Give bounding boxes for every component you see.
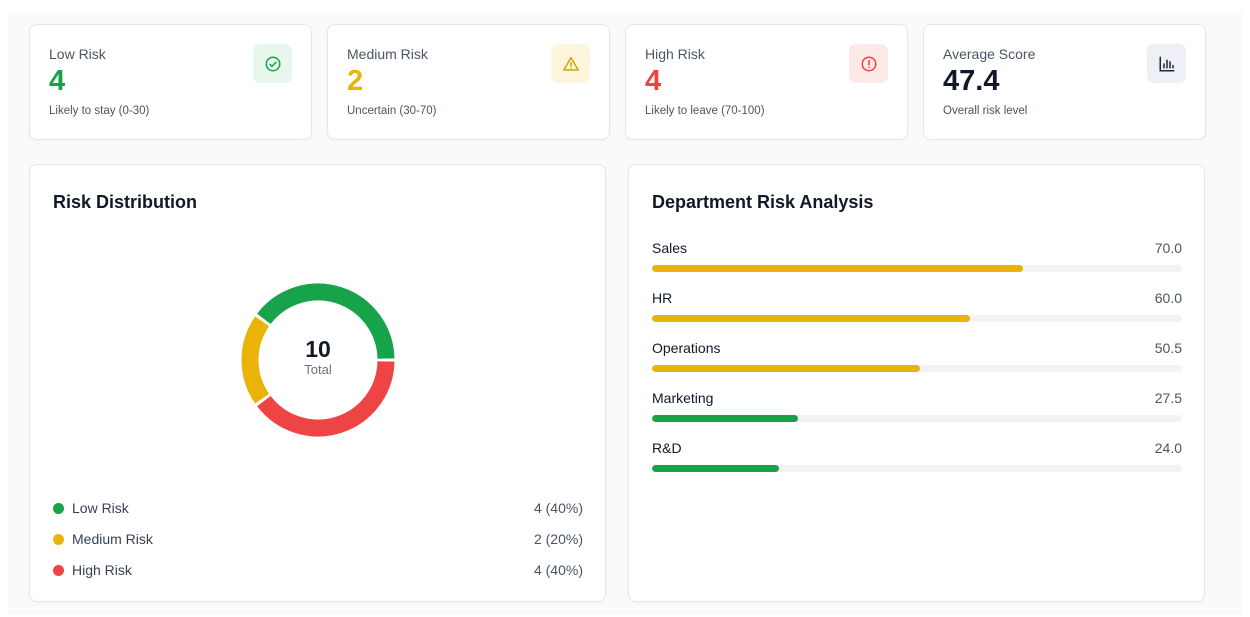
legend-dot <box>53 503 64 514</box>
stat-value: 4 <box>49 65 66 97</box>
bar-chart-icon <box>1147 44 1186 83</box>
progress-fill <box>652 315 970 322</box>
legend-item-high-risk: High Risk 4 (40%) <box>53 561 583 581</box>
stat-subtitle: Overall risk level <box>943 105 1028 117</box>
average-score-card: Average Score 47.4 Overall risk level <box>923 24 1206 140</box>
department-score: 27.5 <box>1154 390 1182 406</box>
department-row-hr: HR 60.0 <box>652 290 1182 322</box>
high-risk-card: High Risk 4 Likely to leave (70-100) <box>625 24 908 140</box>
department-score: 50.5 <box>1154 340 1182 356</box>
department-name: Operations <box>652 340 721 356</box>
department-row-sales: Sales 70.0 <box>652 240 1182 272</box>
progress-fill <box>652 415 798 422</box>
legend-value: 4 (40%) <box>533 500 583 516</box>
stat-value: 4 <box>645 65 662 97</box>
check-circle-icon <box>253 44 292 83</box>
panel-title: Risk Distribution <box>53 192 198 212</box>
progress-track <box>652 415 1182 422</box>
stat-subtitle: Likely to leave (70-100) <box>645 105 765 117</box>
progress-track <box>652 465 1182 472</box>
legend-label: Medium Risk <box>72 531 153 547</box>
department-row-operations: Operations 50.5 <box>652 340 1182 372</box>
stat-value: 47.4 <box>943 65 1000 97</box>
stat-title: Low Risk <box>49 46 106 62</box>
progress-fill <box>652 465 780 472</box>
stat-value: 2 <box>347 65 364 97</box>
department-score: 60.0 <box>1154 290 1182 306</box>
progress-track <box>652 265 1182 272</box>
department-row-rnd: R&D 24.0 <box>652 440 1182 472</box>
stat-title: High Risk <box>645 46 705 62</box>
donut-total-label: Total <box>304 362 332 377</box>
department-name: Marketing <box>652 390 714 406</box>
progress-track <box>652 365 1182 372</box>
legend-dot <box>53 534 64 545</box>
department-score: 24.0 <box>1154 440 1182 456</box>
progress-fill <box>652 365 920 372</box>
risk-distribution-panel: Risk Distribution 10 Total Low Risk 4 (4… <box>29 164 606 602</box>
department-risk-panel: Department Risk Analysis Sales 70.0 HR 6… <box>628 164 1205 602</box>
department-name: R&D <box>652 440 682 456</box>
legend-label: High Risk <box>72 562 132 578</box>
legend-dot <box>53 565 64 576</box>
panel-title: Department Risk Analysis <box>652 192 874 212</box>
legend-item-medium-risk: Medium Risk 2 (20%) <box>53 530 583 550</box>
donut-total-value: 10 <box>305 336 331 362</box>
stat-subtitle: Uncertain (30-70) <box>347 105 437 117</box>
department-row-marketing: Marketing 27.5 <box>652 390 1182 422</box>
donut-chart: 10 Total <box>238 280 398 440</box>
progress-track <box>652 315 1182 322</box>
department-name: Sales <box>652 240 688 256</box>
department-name: HR <box>652 290 673 306</box>
stat-title: Medium Risk <box>347 46 428 62</box>
legend-value: 2 (20%) <box>533 531 583 547</box>
low-risk-card: Low Risk 4 Likely to stay (0-30) <box>29 24 312 140</box>
legend-label: Low Risk <box>72 500 129 516</box>
legend-value: 4 (40%) <box>533 562 583 578</box>
stat-subtitle: Likely to stay (0-30) <box>49 105 150 117</box>
stat-title: Average Score <box>943 46 1036 62</box>
medium-risk-card: Medium Risk 2 Uncertain (30-70) <box>327 24 610 140</box>
legend-item-low-risk: Low Risk 4 (40%) <box>53 499 583 519</box>
alert-circle-icon <box>849 44 888 83</box>
progress-fill <box>652 265 1023 272</box>
department-score: 70.0 <box>1154 240 1182 256</box>
warning-triangle-icon <box>551 44 590 83</box>
